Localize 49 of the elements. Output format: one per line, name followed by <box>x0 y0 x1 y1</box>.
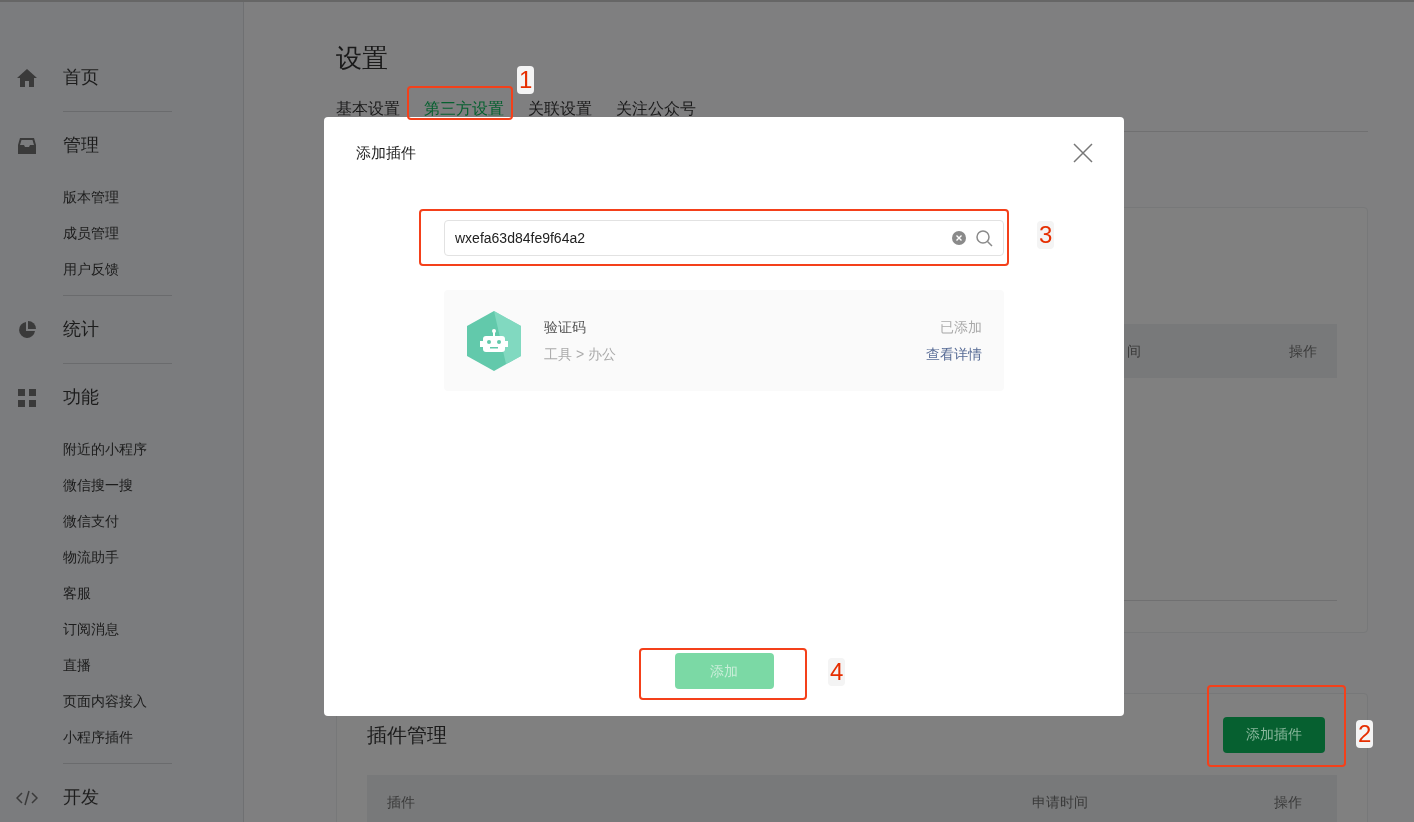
add-plugin-button[interactable]: 添加插件 <box>1223 716 1325 753</box>
step-number: 2 <box>1356 720 1374 748</box>
column-header: 插件 <box>387 792 416 812</box>
sidebar-item[interactable]: 客服 <box>63 582 91 604</box>
tab[interactable]: 关注公众号 <box>616 96 696 122</box>
search-input[interactable]: wxefa63d84fe9f64a2 <box>455 227 952 249</box>
sidebar-item[interactable]: 物流助手 <box>63 546 119 568</box>
plugin-result-card[interactable]: 验证码 工具 > 办公 已添加 查看详情 <box>444 290 1004 391</box>
plugin-name: 验证码 <box>544 317 586 337</box>
dialog-title: 添加插件 <box>356 142 416 163</box>
column-header: 申请时间 <box>1032 792 1088 812</box>
home-icon <box>16 67 38 88</box>
sidebar-section[interactable]: 统计 <box>63 316 99 343</box>
sidebar-item[interactable]: 小程序插件 <box>63 726 133 748</box>
sidebar-item[interactable]: 版本管理 <box>63 186 119 208</box>
sidebar-item[interactable]: 订阅消息 <box>63 618 119 640</box>
sidebar-item[interactable]: 微信搜一搜 <box>63 474 133 496</box>
plugin-category: 工具 > 办公 <box>544 344 616 364</box>
view-details-link[interactable]: 查看详情 <box>926 343 982 365</box>
step-number: 1 <box>517 66 535 94</box>
pie-chart-icon <box>17 319 37 340</box>
step-number: 3 <box>1037 221 1055 249</box>
added-status: 已添加 <box>940 317 982 337</box>
clear-icon[interactable] <box>952 231 966 245</box>
page-title: 设置 <box>336 42 388 75</box>
search-icon[interactable] <box>976 229 993 247</box>
sidebar-item[interactable]: 用户反馈 <box>63 258 119 280</box>
column-header: 操作 <box>1274 792 1302 812</box>
sidebar-section[interactable]: 功能 <box>63 384 99 411</box>
step-number: 4 <box>828 658 846 686</box>
tab[interactable]: 基本设置 <box>336 96 400 122</box>
close-button[interactable] <box>1072 142 1094 164</box>
sidebar-item[interactable]: 微信支付 <box>63 510 119 532</box>
robot-icon <box>466 309 522 372</box>
tab[interactable]: 关联设置 <box>528 96 592 122</box>
sidebar-section[interactable]: 开发 <box>63 784 99 811</box>
inbox-icon <box>17 136 37 155</box>
sidebar-item[interactable]: 附近的小程序 <box>63 438 147 460</box>
sidebar-item[interactable]: 直播 <box>63 654 91 676</box>
card-title: 插件管理 <box>367 722 447 748</box>
sidebar-section[interactable]: 管理 <box>63 132 99 159</box>
grid-icon <box>18 388 36 407</box>
sidebar-item[interactable]: 页面内容接入 <box>63 690 147 712</box>
code-icon <box>16 788 38 807</box>
column-header: 间 <box>1127 341 1141 361</box>
sidebar-section[interactable]: 首页 <box>63 64 99 91</box>
column-header: 操作 <box>1289 341 1317 361</box>
sidebar-item[interactable]: 成员管理 <box>63 222 119 244</box>
search-bar[interactable]: wxefa63d84fe9f64a2 <box>444 220 1004 256</box>
